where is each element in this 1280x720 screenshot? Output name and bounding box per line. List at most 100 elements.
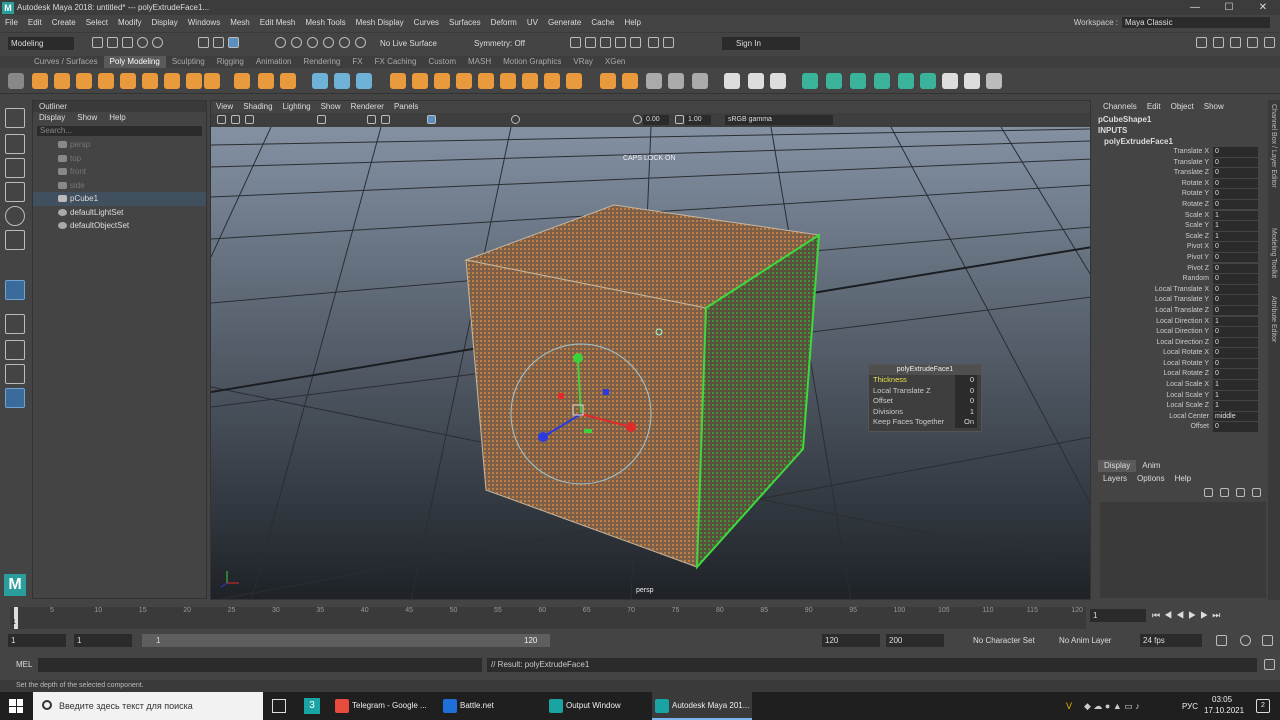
channel-attr-value[interactable]: 0: [1213, 242, 1258, 252]
channel-attr-value[interactable]: 1: [1213, 210, 1258, 221]
fill-hole-icon[interactable]: [500, 73, 516, 89]
fps-dropdown[interactable]: 24 fps: [1140, 634, 1202, 647]
channel-attr-name[interactable]: Local Translate Z: [1155, 306, 1209, 317]
popup-row[interactable]: Thickness 0: [869, 375, 981, 386]
manip-y-handle[interactable]: [573, 353, 583, 363]
menu-file[interactable]: File: [0, 18, 23, 27]
svg-tool-icon[interactable]: [280, 73, 296, 89]
snap-plane-icon[interactable]: [323, 37, 334, 48]
shelf-tab-sculpting[interactable]: Sculpting: [166, 56, 211, 68]
channel-attr-row[interactable]: Local Translate Y 0: [1094, 295, 1268, 306]
menu-edit[interactable]: Edit: [23, 18, 47, 27]
four-view-icon[interactable]: [5, 340, 25, 360]
type-tool-icon[interactable]: [258, 73, 274, 89]
channel-menu-show[interactable]: Show: [1199, 100, 1229, 114]
channel-attr-row[interactable]: Scale Z 1: [1094, 231, 1268, 243]
quad-draw-icon[interactable]: [668, 73, 684, 89]
channel-attr-value[interactable]: 0: [1213, 284, 1258, 295]
popup-row[interactable]: Divisions 1: [869, 406, 981, 417]
channel-attr-row[interactable]: Local Center middle: [1094, 411, 1268, 423]
menu-edit-mesh[interactable]: Edit Mesh: [255, 18, 301, 27]
paint-select-icon[interactable]: [5, 158, 25, 178]
anim-layer-dropdown[interactable]: No Anim Layer: [1056, 634, 1136, 647]
select-hierarchy-icon[interactable]: [198, 37, 209, 48]
channel-attr-row[interactable]: Local Scale Z 1: [1094, 401, 1268, 412]
history-icon[interactable]: [570, 37, 581, 48]
channel-attr-row[interactable]: Rotate X 0: [1094, 178, 1268, 190]
lighting-icon[interactable]: [511, 115, 520, 124]
channel-attr-row[interactable]: Local Direction X 1: [1094, 316, 1268, 328]
channel-attr-row[interactable]: Local Translate Z 0: [1094, 305, 1268, 317]
undo-icon[interactable]: [137, 37, 148, 48]
edge-loop-icon[interactable]: [692, 73, 708, 89]
script-editor-icon[interactable]: [1264, 659, 1275, 670]
select-object-icon[interactable]: [213, 37, 224, 48]
poly-disc-icon[interactable]: [164, 73, 180, 89]
channel-menu-edit[interactable]: Edit: [1142, 100, 1166, 114]
channel-attr-name[interactable]: Local Direction X: [1156, 317, 1209, 328]
channel-attr-row[interactable]: Rotate Y 0: [1094, 189, 1268, 200]
manip-plane-handle-green[interactable]: [584, 429, 592, 433]
outliner-item[interactable]: defaultObjectSet: [33, 219, 206, 233]
channel-attr-name[interactable]: Local Rotate Y: [1163, 359, 1209, 370]
channel-attr-row[interactable]: Pivot X 0: [1094, 242, 1268, 253]
close-button[interactable]: ✕: [1246, 0, 1280, 15]
combine-icon[interactable]: [312, 73, 328, 89]
menu-deform[interactable]: Deform: [486, 18, 522, 27]
taskbar-app[interactable]: Output Window: [546, 692, 646, 720]
channel-attr-row[interactable]: Scale X 1: [1094, 210, 1268, 222]
outliner-menu-help[interactable]: Help: [103, 112, 131, 124]
menu-mesh[interactable]: Mesh: [225, 18, 255, 27]
loop-icon[interactable]: [1216, 635, 1227, 646]
unfold-uv-icon[interactable]: [898, 73, 914, 89]
channel-attr-row[interactable]: Local Scale Y 1: [1094, 390, 1268, 402]
popup-row[interactable]: Keep Faces Together On: [869, 417, 981, 428]
maya-home-icon[interactable]: M: [4, 574, 26, 596]
panel-toggle-2-icon[interactable]: [1213, 37, 1224, 48]
layer-menu-options[interactable]: Options: [1132, 472, 1170, 486]
panel-toggle-3-icon[interactable]: [1230, 37, 1241, 48]
channel-attr-value[interactable]: 1: [1213, 316, 1258, 326]
channel-attr-name[interactable]: Rotate X: [1182, 179, 1209, 190]
boolean-icon[interactable]: [390, 73, 406, 89]
spherical-uv-icon[interactable]: [874, 73, 890, 89]
channel-attr-value[interactable]: 0: [1213, 147, 1258, 157]
manip-x-handle[interactable]: [626, 422, 636, 432]
poly-cube-icon[interactable]: [54, 73, 70, 89]
menu-mesh-tools[interactable]: Mesh Tools: [300, 18, 350, 27]
channel-attr-name[interactable]: Local Scale Y: [1166, 391, 1209, 402]
channel-attr-name[interactable]: Local Translate Y: [1155, 295, 1209, 306]
script-language-label[interactable]: MEL: [16, 660, 32, 669]
channel-attr-value[interactable]: 1: [1213, 390, 1258, 401]
outliner-item[interactable]: front: [33, 165, 206, 179]
channel-attr-name[interactable]: Offset: [1190, 422, 1209, 433]
channel-attr-value[interactable]: 0: [1213, 252, 1258, 263]
manip-plane-handle-red[interactable]: [558, 393, 564, 399]
auto-key-icon[interactable]: [1240, 635, 1251, 646]
gamma-field[interactable]: 1.00: [685, 115, 711, 125]
bevel-icon[interactable]: [478, 73, 494, 89]
clock-time[interactable]: 03:05: [1212, 695, 1232, 704]
outliner-layout-icon[interactable]: [5, 388, 25, 408]
taskbar-app[interactable]: Battle.net: [440, 692, 540, 720]
channel-attr-name[interactable]: Local Center: [1169, 412, 1209, 423]
channel-attr-row[interactable]: Scale Y 1: [1094, 221, 1268, 232]
menu-display[interactable]: Display: [147, 18, 183, 27]
channel-attr-name[interactable]: Translate Y: [1174, 158, 1209, 169]
gamma-icon[interactable]: [675, 115, 684, 124]
menu-windows[interactable]: Windows: [183, 18, 225, 27]
shelf-tab-rendering[interactable]: Rendering: [297, 56, 346, 68]
channel-attr-row[interactable]: Pivot Z 0: [1094, 263, 1268, 275]
separate-icon[interactable]: [334, 73, 350, 89]
channel-attr-value[interactable]: 0: [1213, 189, 1258, 199]
outliner-item[interactable]: defaultLightSet: [33, 206, 206, 220]
channel-attr-value[interactable]: 0: [1213, 157, 1258, 168]
shelf-options-icon[interactable]: [8, 73, 24, 89]
pinned-app-icon[interactable]: 3: [304, 698, 320, 714]
command-input[interactable]: [38, 658, 482, 672]
channel-attr-value[interactable]: 0: [1213, 263, 1258, 274]
poly-plane-icon[interactable]: [142, 73, 158, 89]
channel-attr-name[interactable]: Pivot Z: [1187, 264, 1209, 275]
viewport-menu-show[interactable]: Show: [316, 101, 346, 113]
channel-attr-row[interactable]: Translate Y 0: [1094, 157, 1268, 169]
